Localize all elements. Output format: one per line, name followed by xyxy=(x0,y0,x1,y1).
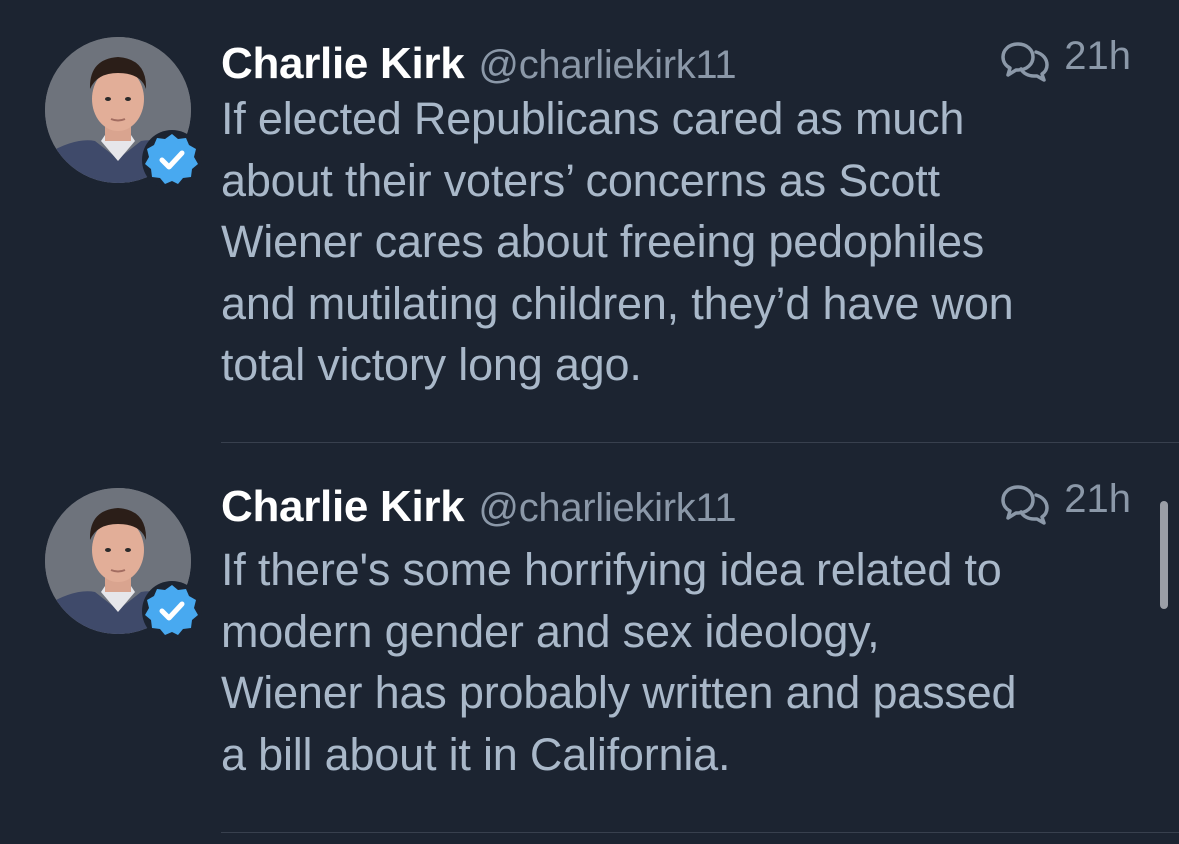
verified-badge-icon xyxy=(142,581,202,641)
verified-badge-icon xyxy=(142,130,202,190)
tweet-meta: 21h xyxy=(1000,34,1131,82)
tweet[interactable]: Charlie Kirk @charliekirk11 21h If there… xyxy=(0,443,1179,833)
avatar-container[interactable] xyxy=(45,37,202,190)
tweet-text: If elected Republicans cared as much abo… xyxy=(221,93,1014,390)
tweet-text: If there's some horrifying idea related … xyxy=(221,544,1017,780)
tweet-header: Charlie Kirk @charliekirk11 21h xyxy=(221,477,1131,531)
avatar-container[interactable] xyxy=(45,488,202,641)
conversation-icon xyxy=(1001,41,1049,82)
author-name[interactable]: Charlie Kirk xyxy=(221,39,465,89)
scrollbar[interactable] xyxy=(1160,501,1168,609)
tweet-header: Charlie Kirk @charliekirk11 21h xyxy=(221,34,1131,88)
divider xyxy=(221,832,1179,833)
author-name[interactable]: Charlie Kirk xyxy=(221,482,465,532)
tweet-time[interactable]: 21h xyxy=(1064,34,1131,79)
tweet[interactable]: Charlie Kirk @charliekirk11 21h If elect… xyxy=(0,0,1179,443)
tweet-meta: 21h xyxy=(1000,477,1131,525)
author-handle[interactable]: @charliekirk11 xyxy=(478,43,736,88)
author-handle[interactable]: @charliekirk11 xyxy=(478,486,736,531)
tweet-time[interactable]: 21h xyxy=(1064,477,1131,522)
conversation-icon xyxy=(1001,484,1049,525)
